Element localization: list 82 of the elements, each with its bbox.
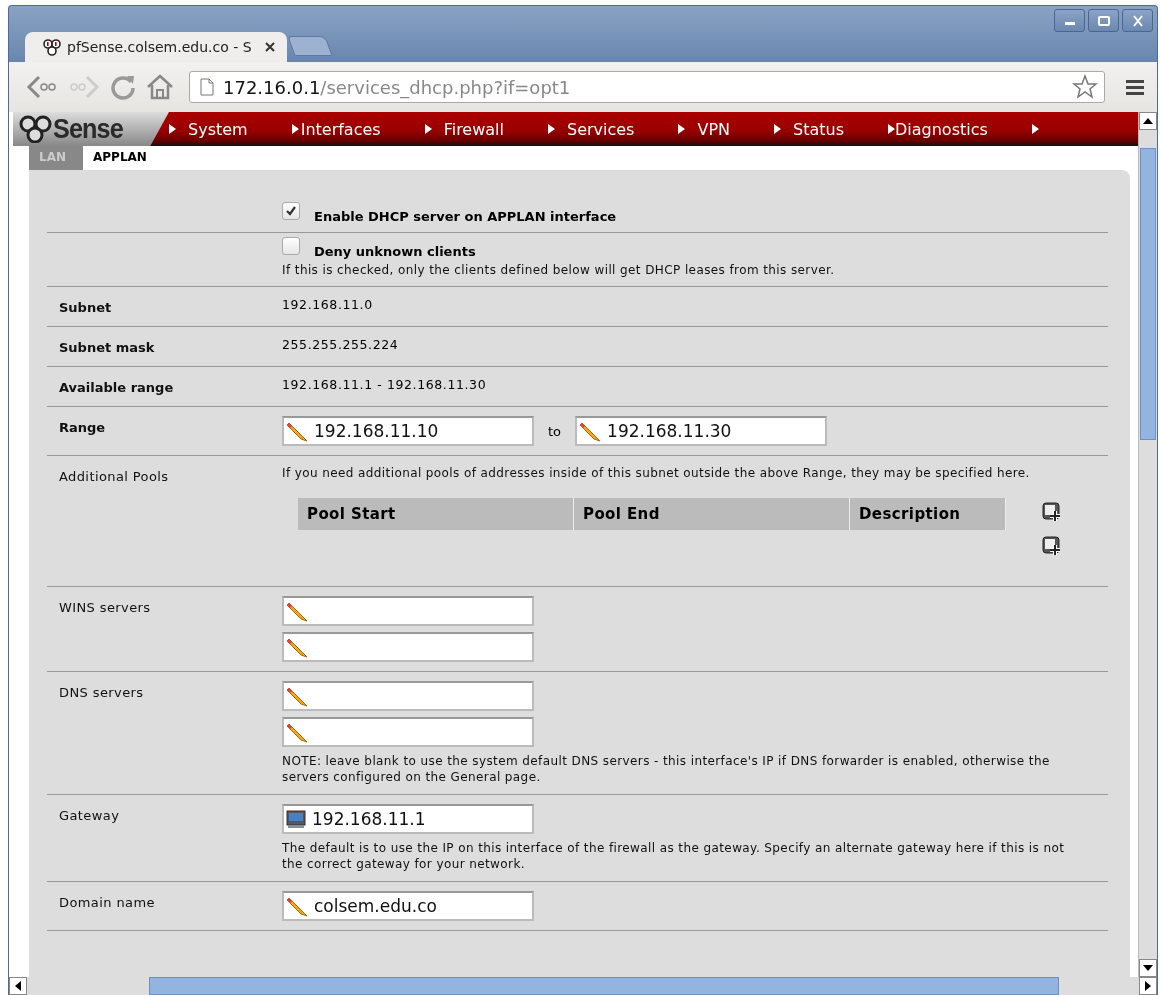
field-label: WINS servers xyxy=(59,600,151,615)
pencil-icon xyxy=(286,895,308,917)
column-header: Pool End xyxy=(574,498,850,530)
right-arrow-icon xyxy=(1144,981,1152,991)
field-label: DNS servers xyxy=(59,685,144,700)
monitor-icon xyxy=(286,809,306,829)
caret-icon xyxy=(888,124,895,134)
field-label: Gateway xyxy=(59,808,120,823)
up-arrow-icon xyxy=(1143,117,1153,125)
input-field[interactable] xyxy=(282,632,534,662)
caret-icon xyxy=(678,124,686,134)
down-arrow-icon xyxy=(1143,964,1153,972)
input-field[interactable] xyxy=(282,717,534,747)
close-icon xyxy=(1130,14,1145,27)
pencil-icon xyxy=(286,600,308,622)
new-tab-button[interactable] xyxy=(287,36,333,56)
field-value: 192.168.11.0 xyxy=(282,297,374,312)
back-icon[interactable] xyxy=(25,74,59,100)
close-tab-icon[interactable] xyxy=(265,42,275,52)
pencil-icon xyxy=(286,721,308,743)
field-label: Additional Pools xyxy=(59,469,169,484)
checkbox[interactable] xyxy=(282,202,300,220)
logo: Sense xyxy=(13,112,169,146)
input-field[interactable]: 192.168.11.10 xyxy=(282,416,534,446)
pencil-icon xyxy=(579,420,602,442)
maximize-button[interactable] xyxy=(1088,9,1119,32)
logo-icon xyxy=(19,115,53,143)
horizontal-scrollbar[interactable] xyxy=(9,977,1157,995)
field-label: Available range xyxy=(59,380,174,395)
field-value: 192.168.11.1 - 192.168.11.30 xyxy=(282,377,488,392)
field-label: Subnet mask xyxy=(59,340,155,355)
field-label: Subnet xyxy=(59,300,112,315)
field-value: 255.255.255.224 xyxy=(282,337,400,352)
nav-menu-item[interactable]: Diagnostics xyxy=(888,119,988,139)
checkbox[interactable] xyxy=(282,237,300,255)
browser-tab[interactable]: pfSense.colsem.edu.co - S xyxy=(25,32,287,62)
nav-menu-item[interactable]: Interfaces xyxy=(291,119,381,139)
nav-menu-item[interactable]: System xyxy=(169,119,248,139)
add-icon[interactable] xyxy=(1042,536,1062,556)
check-icon xyxy=(285,205,297,217)
field-label: Domain name xyxy=(59,895,155,910)
field-label: Range xyxy=(59,420,106,435)
help-text: If you need additional pools of addresses inside of this subnet outside the above Range, they may be specified here. xyxy=(282,465,1031,481)
pencil-icon xyxy=(286,636,308,658)
page-icon xyxy=(200,78,214,96)
maximize-icon xyxy=(1096,15,1111,26)
logo-icon xyxy=(43,38,61,56)
checkbox-label: Enable DHCP server on APPLAN interface xyxy=(314,209,617,224)
minimize-button[interactable] xyxy=(1054,9,1085,32)
column-header: Pool Start xyxy=(298,498,574,530)
help-text: If this is checked, only the clients defined below will get DHCP leases from this server. xyxy=(282,262,836,278)
star-icon[interactable] xyxy=(1072,74,1098,100)
nav-menu-item[interactable]: Status xyxy=(774,119,844,139)
caret-icon xyxy=(1031,124,1039,134)
help-text: The default is to use the IP on this interface of the firewall as the gateway. Specify an alternate gateway here if this is not the correct gateway for your network. xyxy=(282,840,1066,872)
nav-menu-item[interactable]: Services xyxy=(548,119,635,139)
input-field[interactable]: 192.168.11.30 xyxy=(575,416,828,446)
menu-icon[interactable] xyxy=(1125,78,1145,96)
input-field[interactable]: colsem.edu.co xyxy=(282,891,534,921)
column-header: Description xyxy=(850,498,1006,530)
input-field[interactable]: 192.168.11.1 xyxy=(282,804,534,834)
home-icon[interactable] xyxy=(145,73,175,101)
nav-menu-item[interactable]: VPN xyxy=(678,119,730,139)
caret-icon xyxy=(548,124,555,134)
pencil-icon xyxy=(286,685,308,707)
address-bar[interactable]: 172.16.0.1/services_dhcp.php?if=opt1 xyxy=(189,71,1105,103)
caret-icon xyxy=(774,124,781,134)
reload-icon[interactable] xyxy=(109,73,137,101)
add-icon[interactable] xyxy=(1042,502,1062,522)
checkbox-label: Deny unknown clients xyxy=(314,244,476,259)
left-arrow-icon xyxy=(14,981,22,991)
input-field[interactable] xyxy=(282,681,534,711)
vertical-scrollbar[interactable] xyxy=(1138,112,1157,977)
input-field[interactable] xyxy=(282,596,534,626)
help-text: NOTE: leave blank to use the system default DNS servers - this interface's IP if DNS forwarder is enabled, otherwise the servers configured on the General page. xyxy=(282,753,1051,785)
minimize-icon xyxy=(1064,22,1075,25)
close-button[interactable] xyxy=(1122,9,1153,32)
nav-menu-item[interactable]: Firewall xyxy=(424,119,504,139)
caret-icon xyxy=(424,124,432,134)
pencil-icon xyxy=(286,420,308,442)
caret-icon xyxy=(291,124,299,134)
range-separator: to xyxy=(548,423,562,439)
